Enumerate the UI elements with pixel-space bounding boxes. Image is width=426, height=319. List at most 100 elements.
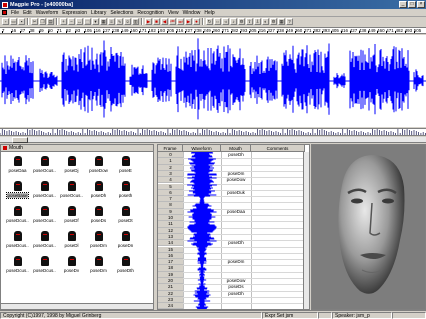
stop-icon[interactable]: ■ [153, 18, 160, 25]
library-item[interactable]: poseDm [85, 254, 112, 279]
table-scrollbar[interactable] [303, 152, 309, 309]
library-item[interactable]: poseOcus.. [58, 179, 85, 204]
rewind-icon[interactable]: ◀ [161, 18, 168, 25]
library-item[interactable]: poseDow [85, 154, 112, 179]
export-icon[interactable]: ⇧ [246, 18, 253, 25]
library-item[interactable]: poseDth [112, 254, 139, 279]
settings-icon[interactable]: ⚙ [270, 18, 277, 25]
library-item[interactable]: poseOcus.. [31, 179, 58, 204]
library-item[interactable]: poseDn [112, 229, 139, 254]
minimize-button[interactable]: _ [399, 1, 407, 8]
fast-forward-icon[interactable]: ▶ [185, 18, 192, 25]
cut-icon[interactable]: ✂ [31, 18, 38, 25]
library-item[interactable]: poseth [112, 179, 139, 204]
copy-icon[interactable]: ❐ [39, 18, 46, 25]
library-item[interactable]: poseDf [58, 204, 85, 229]
library-item[interactable]: poseDl [58, 229, 85, 254]
library-item[interactable]: poseE [112, 154, 139, 179]
column-header[interactable]: Comments [251, 145, 305, 152]
menu-waveform[interactable]: Waveform [34, 10, 61, 16]
library-item[interactable]: poseDm [85, 229, 112, 254]
mic-icon[interactable]: ♪ [230, 18, 237, 25]
library-item[interactable]: poseOcus.. [31, 204, 58, 229]
library-item[interactable]: poseDv [58, 254, 85, 279]
frame-ruler[interactable]: 7 16 27 38 49 60 71 82 93 105 116 127 138 149 160 171 18… [0, 27, 426, 34]
select-all-icon[interactable]: ⬚ [84, 18, 91, 25]
mouth-thumbnail-icon [94, 156, 103, 166]
waveform-scrollbar[interactable] [0, 137, 426, 143]
frame-marker-strip[interactable] [0, 128, 426, 136]
grid-icon[interactable]: ▦ [100, 18, 107, 25]
library-item[interactable]: poseOcus.. [31, 154, 58, 179]
mouth-cell[interactable]: poseDaa [221, 209, 251, 215]
waveform-icon[interactable]: ∿ [116, 18, 123, 25]
ruler-label: 460 [377, 28, 385, 33]
save-icon[interactable]: ▪ [18, 18, 25, 25]
column-header[interactable]: Mouth [221, 145, 251, 152]
step-back-icon[interactable]: ⏮ [169, 18, 176, 25]
library-item[interactable]: poseDj [58, 154, 85, 179]
library-item[interactable]: poseDcus.. [4, 254, 31, 279]
mouth-cell[interactable]: poseDow [221, 177, 251, 183]
library-item[interactable]: poseDaa [4, 154, 31, 179]
library-item[interactable]: poseDcus.. [4, 204, 31, 229]
library-item[interactable]: poseDs [85, 204, 112, 229]
expression-icon[interactable]: ☺ [124, 18, 131, 25]
help-icon[interactable]: ? [286, 18, 293, 25]
mouth-thumbnail-icon [13, 181, 22, 191]
menu-edit[interactable]: Edit [21, 10, 34, 16]
column-header[interactable]: Frame [158, 145, 183, 152]
library-title: Mouth [9, 145, 23, 151]
mouth-cell[interactable]: poseDh [221, 152, 251, 158]
import-icon[interactable]: ⇩ [254, 18, 261, 25]
document-icon[interactable] [2, 10, 7, 15]
ruler-label: 160 [130, 28, 138, 33]
frame-number[interactable]: 24 [158, 303, 183, 309]
window-tile-icon[interactable]: ▦ [278, 18, 285, 25]
speaker-icon[interactable]: ◃ [222, 18, 229, 25]
library-item-label: poseDs [90, 218, 107, 223]
zoom-in-icon[interactable]: + [60, 18, 67, 25]
play-icon[interactable]: ▶ [145, 18, 152, 25]
mouth-cell[interactable]: poseDh [221, 240, 251, 246]
marker-icon[interactable]: ▾ [92, 18, 99, 25]
library-item[interactable]: poseOcus.. [31, 229, 58, 254]
menu-file[interactable]: File [9, 10, 21, 16]
maximize-button[interactable]: □ [408, 1, 416, 8]
record-icon[interactable]: ● [193, 18, 200, 25]
recognize-icon[interactable]: ⚙ [238, 18, 245, 25]
face-icon[interactable]: ◐ [262, 18, 269, 25]
library-item[interactable]: poseDt [112, 204, 139, 229]
loop-icon[interactable]: ↻ [206, 18, 213, 25]
menu-view[interactable]: View [166, 10, 181, 16]
library-scrollbar[interactable] [1, 303, 153, 309]
new-file-icon[interactable]: ▫ [2, 18, 9, 25]
zoom-fit-icon[interactable]: ↔ [76, 18, 83, 25]
column-header[interactable]: Waveform [183, 145, 221, 152]
mouth-cell[interactable]: poseDuk [221, 190, 251, 196]
paste-icon[interactable]: ▤ [47, 18, 54, 25]
library-item[interactable]: poseDh [85, 179, 112, 204]
library-item-label: poseOcus.. [33, 243, 56, 248]
open-folder-icon[interactable]: ▭ [10, 18, 17, 25]
scrub-icon[interactable]: ⇔ [214, 18, 221, 25]
zoom-out-icon[interactable]: − [68, 18, 75, 25]
waveform-view[interactable] [0, 35, 426, 127]
library-item[interactable]: poseDcus.. [31, 254, 58, 279]
menu-recognition[interactable]: Recognition [135, 10, 165, 16]
mouth-cell[interactable]: poseDh [221, 291, 251, 297]
mouth-cell[interactable]: poseDm [221, 259, 251, 265]
library-item[interactable]: poseDcus.. [4, 229, 31, 254]
library-item-label: poseDf [64, 218, 79, 223]
step-forward-icon[interactable]: ⏭ [177, 18, 184, 25]
menu-selections[interactable]: Selections [108, 10, 135, 16]
library-item[interactable]: poseBase [4, 179, 31, 204]
menu-expression[interactable]: Expression [60, 10, 89, 16]
menu-help[interactable]: Help [202, 10, 216, 16]
library-icon[interactable]: ▥ [132, 18, 139, 25]
menu-library[interactable]: Library [89, 10, 108, 16]
close-button[interactable]: × [417, 1, 425, 8]
scrollbar-thumb[interactable] [12, 137, 28, 143]
menu-window[interactable]: Window [181, 10, 203, 16]
list-icon[interactable]: ≡ [108, 18, 115, 25]
